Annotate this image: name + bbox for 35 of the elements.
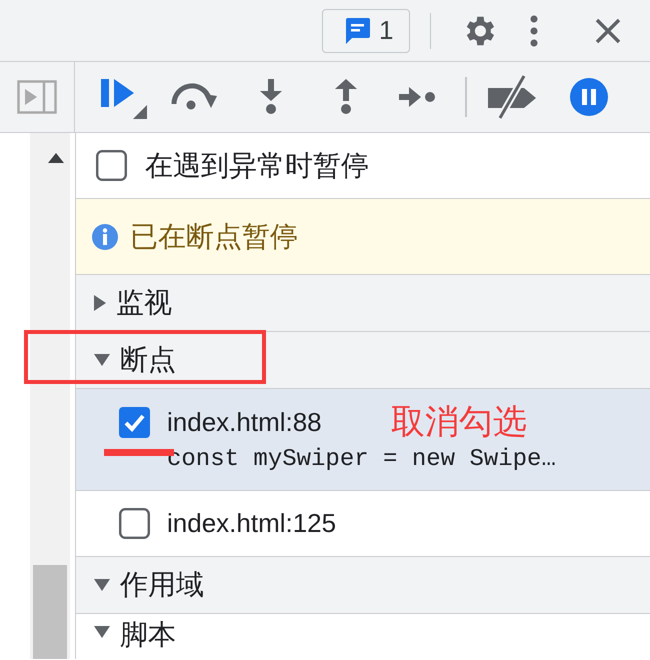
info-icon bbox=[92, 224, 118, 250]
step-over-icon[interactable] bbox=[171, 82, 219, 112]
section-title: 监视 bbox=[116, 286, 172, 320]
breakpoint-code: const mySwiper = new Swipe… bbox=[167, 446, 556, 472]
scrollbar[interactable] bbox=[30, 133, 70, 659]
deactivate-breakpoints-icon[interactable] bbox=[488, 74, 538, 120]
section-header[interactable]: 监视 bbox=[76, 275, 650, 332]
checkbox[interactable] bbox=[119, 508, 150, 539]
checkbox[interactable] bbox=[119, 406, 150, 438]
section-title: 断点 bbox=[120, 343, 176, 377]
breakpoint-location: index.html:88 bbox=[167, 406, 322, 438]
collapse-arrow-icon bbox=[94, 626, 110, 638]
collapse-arrow-icon bbox=[94, 579, 110, 591]
scroll-thumb[interactable] bbox=[33, 565, 67, 659]
sidebar-toggle-icon[interactable] bbox=[17, 80, 57, 114]
step-into-icon[interactable] bbox=[259, 79, 283, 115]
step-out-icon[interactable] bbox=[334, 79, 358, 115]
scroll-up-icon[interactable] bbox=[48, 153, 64, 163]
expand-arrow-icon bbox=[94, 295, 106, 311]
pause-icon[interactable] bbox=[570, 78, 608, 116]
issues-button[interactable]: 1 bbox=[322, 8, 410, 52]
checkbox[interactable] bbox=[96, 150, 127, 181]
section-title: 脚本 bbox=[120, 618, 176, 652]
section-header[interactable]: 作用域 bbox=[76, 557, 650, 614]
section-header[interactable]: 断点 bbox=[76, 332, 650, 389]
close-icon[interactable] bbox=[595, 18, 621, 44]
annotation-label: 取消勾选 bbox=[391, 402, 527, 443]
message-icon bbox=[343, 16, 371, 46]
step-icon[interactable] bbox=[399, 86, 435, 108]
checkbox-label: 在遇到异常时暂停 bbox=[145, 148, 369, 182]
breakpoint-location: index.html:125 bbox=[167, 508, 336, 539]
collapse-arrow-icon bbox=[94, 354, 110, 366]
more-options-icon[interactable] bbox=[529, 14, 539, 48]
paused-message: 已在断点暂停 bbox=[130, 220, 298, 254]
section-title: 作用域 bbox=[120, 568, 204, 602]
